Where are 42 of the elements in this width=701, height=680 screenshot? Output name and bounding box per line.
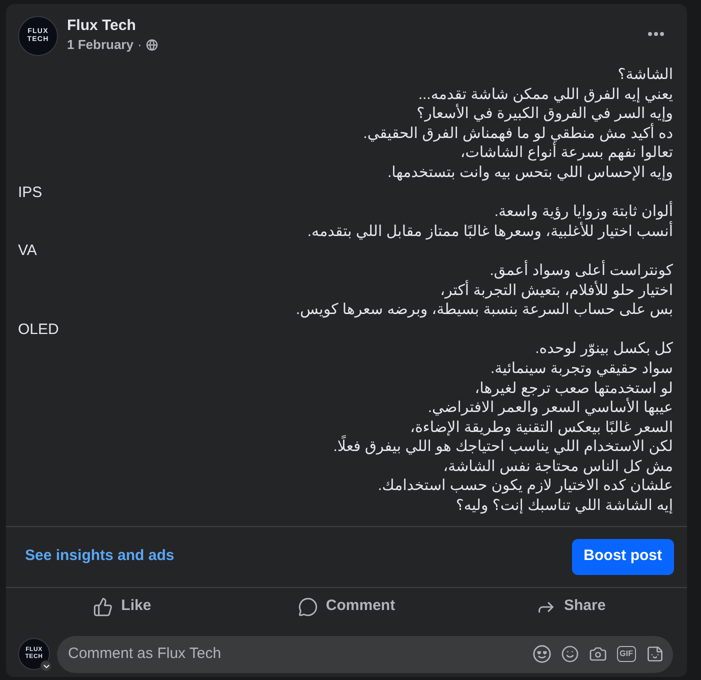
post-text-line: علشان كده الاختيار لازم يكون حسب استخدامك. xyxy=(376,476,673,496)
post-date-link[interactable]: 1 February xyxy=(67,37,134,53)
post-text-line: تعالوا نفهم بسرعة أنواع الشاشات، xyxy=(459,143,673,163)
author-name[interactable]: Flux Tech xyxy=(67,17,136,35)
post-text-line: يعني إيه الفرق اللي ممكن شاشة تقدمه... xyxy=(417,84,673,104)
post-text-line: كونتراست أعلى وسواد أعمق. xyxy=(488,260,673,280)
post-text-line: إيه الشاشة اللي تناسبك إنت؟ وليه؟ xyxy=(454,496,673,516)
post-action-button[interactable]: Comment xyxy=(286,590,408,624)
speech-bubble-icon xyxy=(298,596,318,617)
post-text-line: ألوان ثابتة وزوايا رؤية واسعة. xyxy=(493,202,673,221)
post-text-line: عيبها الأساسي السعر والعمر الافتراضي. xyxy=(18,398,673,418)
comment-input-field[interactable]: Comment as Flux Tech GIF xyxy=(57,636,673,673)
post-text-line: الشاشة؟ xyxy=(616,65,673,85)
post-action-button[interactable]: Like xyxy=(81,590,164,624)
date-separator: · xyxy=(137,37,142,53)
insights-link[interactable]: See insights and ads xyxy=(25,545,174,568)
post-action-button[interactable]: Share xyxy=(524,590,618,624)
post-text-line: بس على حساب السرعة بنسبة بسيطة، وبرضه سعرها كويس. xyxy=(294,300,673,320)
post-text-line: VA xyxy=(18,241,38,261)
post-text-line: لو استخدمتها صعب ترجع لغيرها، xyxy=(474,378,673,397)
heart-eyes-face-icon[interactable] xyxy=(532,645,551,664)
thumbs-up-icon xyxy=(93,596,114,617)
post-text-line: السعر غالبًا بيعكس التقنية وطريقة الإضاءة، xyxy=(409,418,673,438)
post-text-line: سواد حقيقي وتجربة سينمائية. xyxy=(489,358,673,378)
gif-button[interactable]: GIF xyxy=(616,646,636,662)
boost-post-button[interactable]: Boost post xyxy=(572,538,674,575)
smiley-icon[interactable] xyxy=(560,645,579,664)
globe-icon xyxy=(146,39,158,51)
chevron-down-icon[interactable] xyxy=(40,660,52,672)
post-text-line: أنسب اختيار للأغلبية، وسعرها غالبًا ممتاز مقابل اللي بتقدمه. xyxy=(306,222,673,242)
sticker-icon[interactable] xyxy=(646,645,664,664)
post-text-line: لكن الاستخدام اللي يناسب احتياجك هو اللي بيفرق فعلًا. xyxy=(18,437,673,457)
post-text-line: IPS xyxy=(18,182,44,202)
post-text-line: مش كل الناس محتاجة نفس الشاشة، xyxy=(442,456,673,476)
post-text-line: وإيه السر في الفروق الكبيرة في الأسعار؟ xyxy=(416,104,673,123)
ellipsis-icon xyxy=(648,32,664,36)
camera-icon[interactable] xyxy=(588,645,607,664)
post-text-line: ده أكيد مش منطقي لو ما فهمناش الفرق الحقيقي. xyxy=(362,124,673,142)
post-text-line: كل بكسل بينوّر لوحده. xyxy=(534,339,673,359)
post-text-line: وإيه الإحساس اللي بتحس بيه وانت بتستخدمها. xyxy=(386,162,673,183)
post-text-line: اختيار حلو للأفلام، بتعيش التجربة أكتر، xyxy=(439,280,673,300)
post-text-line: OLED xyxy=(18,320,60,340)
